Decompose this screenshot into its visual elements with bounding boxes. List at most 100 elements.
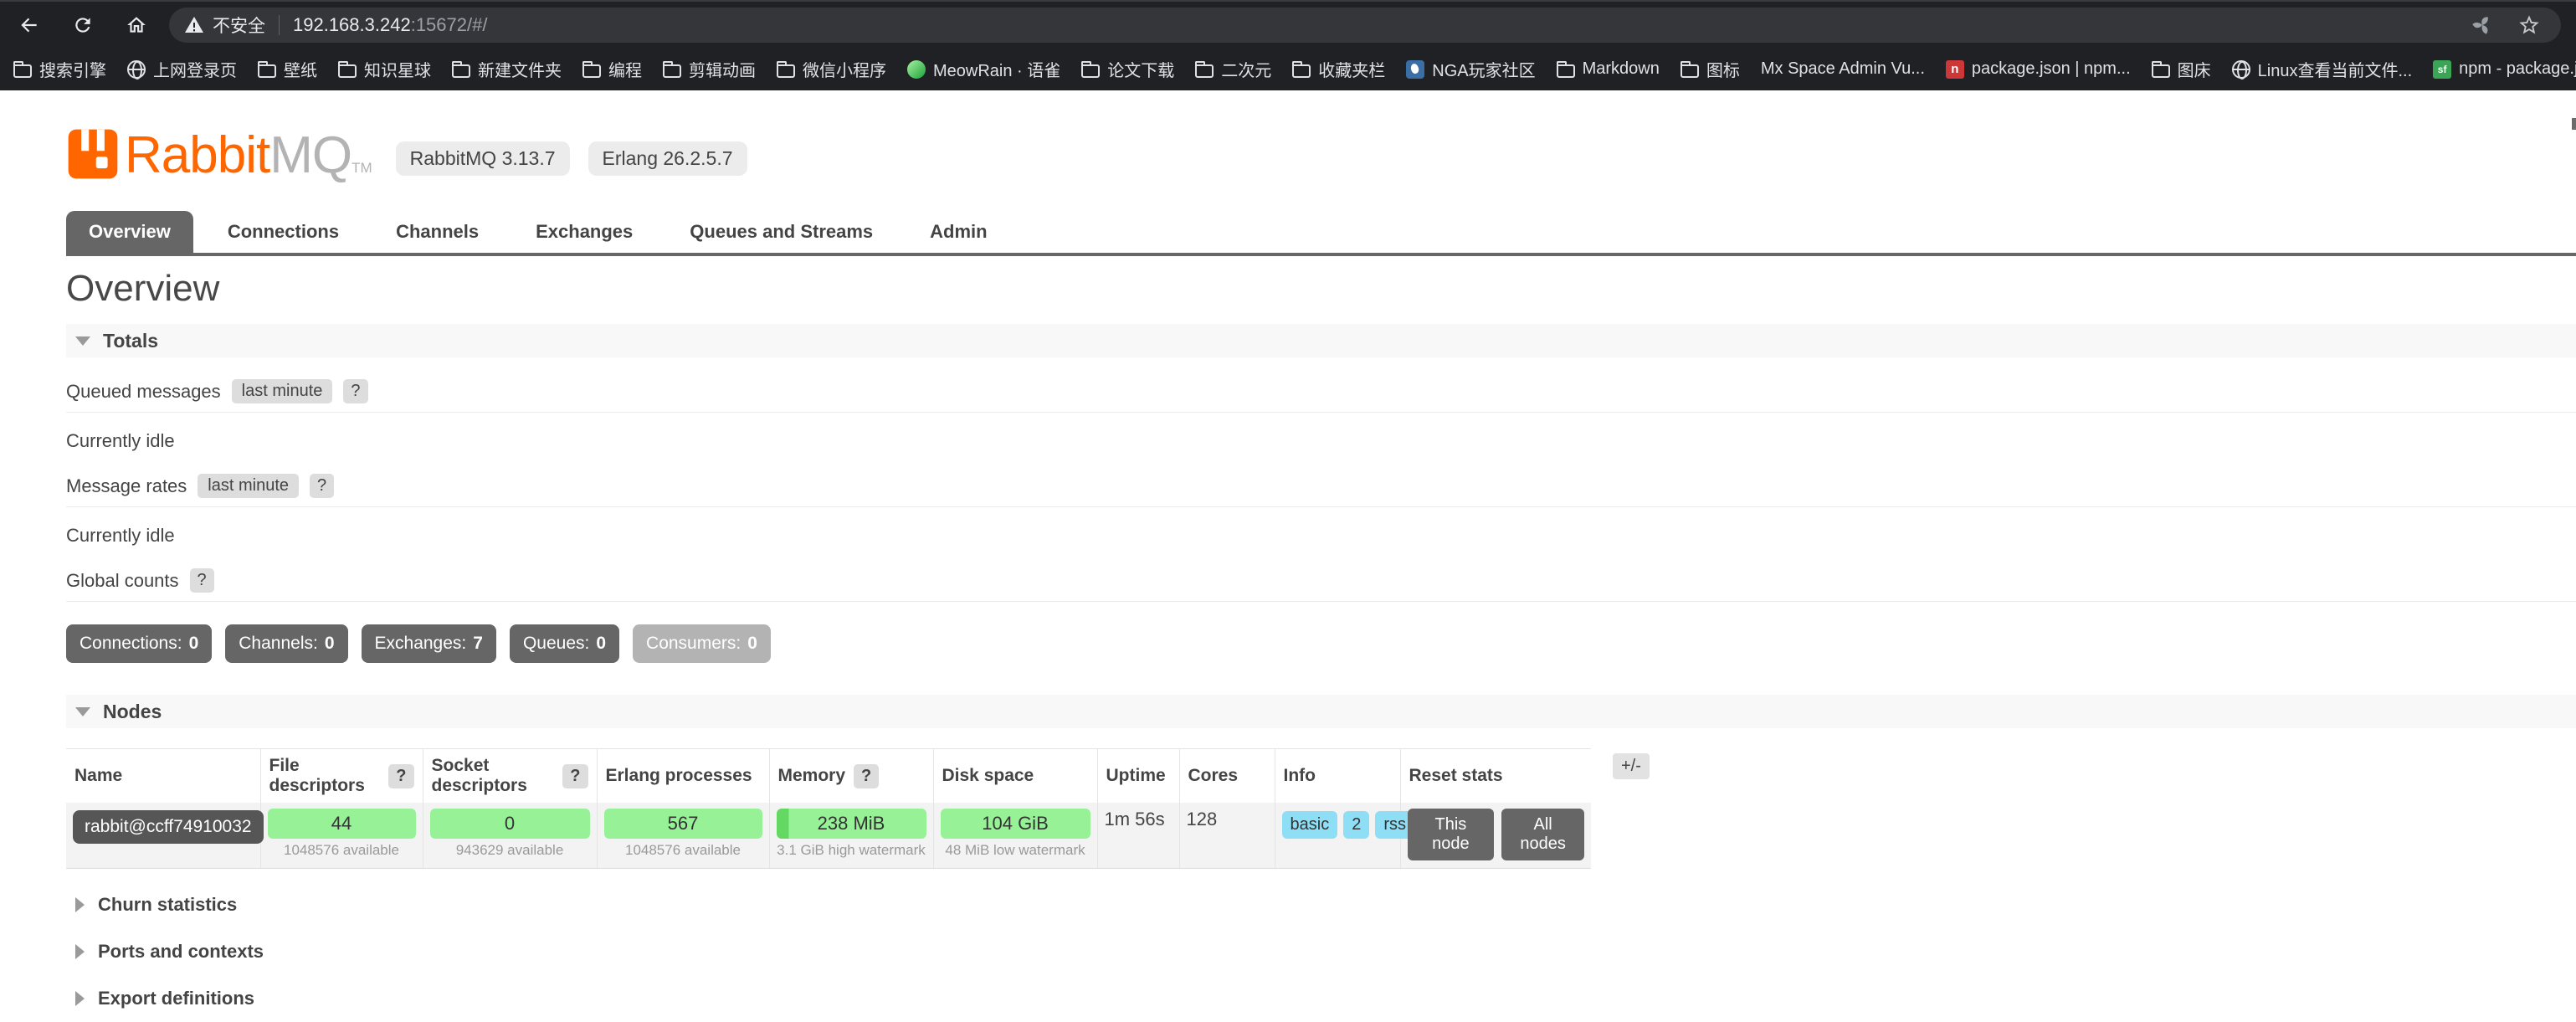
col-name: Name [66,749,260,804]
memory-cell: 238 MiB 3.1 GiB high watermark [769,803,933,869]
info-tag-2[interactable]: 2 [1343,811,1369,839]
bookmark-item[interactable]: 编程 [582,57,642,81]
address-divider [279,15,280,35]
bookmark-item[interactable]: 图标 [1681,57,1740,81]
connections-count-button[interactable]: Connections:0 [66,624,212,663]
bookmark-item[interactable]: 二次元 [1195,57,1271,81]
version-badges: RabbitMQ 3.13.7 Erlang 26.2.5.7 [396,141,747,176]
tab-channels[interactable]: Channels [373,211,501,253]
folder-icon [582,64,601,78]
browser-nav-buttons [0,11,169,39]
bookmark-star-icon[interactable] [2517,13,2541,37]
queued-messages-row: Queued messages last minute ? [66,379,2576,413]
bookmark-item[interactable]: 剪辑动画 [663,57,756,81]
url-text[interactable]: 192.168.3.242:15672/#/ [293,14,487,36]
nga-icon [1406,60,1424,79]
segmentfault-icon [2433,60,2451,79]
bookmark-item[interactable]: 搜索引擎 [13,57,106,81]
tab-queues-and-streams[interactable]: Queues and Streams [667,211,895,253]
url-host: 192.168.3.242 [293,14,411,35]
column-expander-button[interactable]: +/- [1613,753,1650,779]
socket-descriptors-cell: 0 943629 available [423,803,597,869]
section-header-ports-and-contexts[interactable]: Ports and contexts [66,941,2576,963]
bookmark-item[interactable]: 收藏夹栏 [1292,57,1385,81]
section-header-export-definitions[interactable]: Export definitions [66,988,2576,1009]
bookmark-item[interactable]: 论文下载 [1081,57,1174,81]
chevron-down-icon [75,707,90,716]
tab-overview[interactable]: Overview [66,211,193,253]
help-icon[interactable]: ? [343,379,367,403]
main-tabs: Overview Connections Channels Exchanges … [66,211,2576,256]
folder-icon [1557,64,1575,78]
yuque-green-icon [907,60,926,79]
bookmark-item[interactable]: npm - package.json... [2433,59,2576,79]
scrollbar-thumb[interactable] [2572,118,2576,130]
section-header-churn-statistics[interactable]: Churn statistics [66,894,2576,916]
exchanges-count-button[interactable]: Exchanges:7 [362,624,496,663]
info-tag-basic[interactable]: basic [1282,811,1338,839]
help-icon[interactable]: ? [310,474,334,498]
memory-note: 3.1 GiB high watermark [777,842,926,859]
queued-filter-chip[interactable]: last minute [232,379,333,403]
pinwheel-extension-icon[interactable] [2471,13,2494,37]
folder-icon [452,64,470,78]
back-button[interactable] [15,11,44,39]
bookmark-item[interactable]: 微信小程序 [777,57,886,81]
address-bar[interactable]: 不安全 192.168.3.242:15672/#/ [169,8,2561,43]
folder-icon [13,64,32,78]
not-secure-warning-icon[interactable] [184,15,204,35]
tab-admin[interactable]: Admin [907,211,1009,253]
tab-exchanges[interactable]: Exchanges [513,211,655,253]
folder-icon [258,64,276,78]
reset-this-node-button[interactable]: This node [1408,809,1495,860]
col-disk-space: Disk space [933,749,1097,804]
help-icon[interactable]: ? [854,764,879,788]
bookmark-item[interactable]: 壁纸 [258,57,317,81]
disk-space-cell: 104 GiB 48 MiB low watermark [933,803,1097,869]
bookmark-item[interactable]: NGA玩家社区 [1406,57,1535,81]
rates-filter-chip[interactable]: last minute [198,474,299,498]
col-memory: Memory? [769,749,933,804]
help-icon[interactable]: ? [562,764,588,788]
section-header-totals[interactable]: Totals [66,324,2576,357]
help-icon[interactable]: ? [190,568,214,593]
global-counts-label: Global counts [66,570,179,592]
global-counts-row: Global counts ? [66,568,2576,602]
socket-descriptors-note: 943629 available [430,842,590,859]
tab-connections[interactable]: Connections [205,211,362,253]
bookmark-item[interactable]: 新建文件夹 [452,57,562,81]
col-file-descriptors: File descriptors? [260,749,423,804]
queues-count-button[interactable]: Queues:0 [510,624,619,663]
refresh-button[interactable] [69,11,97,39]
rates-status-text: Currently idle [66,525,2576,547]
bookmark-item[interactable]: 图床 [2152,57,2211,81]
brand-wordmark[interactable]: RabbitMQTM [125,131,372,181]
folder-icon [1292,64,1311,78]
node-name-cell: rabbit@ccff74910032 [66,803,260,869]
bookmark-item[interactable]: MeowRain · 语雀 [907,57,1060,81]
bookmark-item[interactable]: 知识星球 [338,57,431,81]
erlang-processes-cell: 567 1048576 available [597,803,769,869]
reset-all-nodes-button[interactable]: All nodes [1501,809,1584,860]
rabbitmq-overview-page: RabbitMQTM RabbitMQ 3.13.7 Erlang 26.2.5… [0,90,2576,1022]
queued-status-text: Currently idle [66,430,2576,452]
bookmark-item[interactable]: Markdown [1557,59,1660,79]
channels-count-button[interactable]: Channels:0 [225,624,347,663]
home-button[interactable] [122,11,151,39]
security-label[interactable]: 不安全 [213,13,265,38]
folder-icon [2152,64,2170,78]
col-uptime: Uptime [1097,749,1179,804]
globe-icon [2232,60,2250,79]
section-header-nodes[interactable]: Nodes [66,695,2576,728]
chevron-down-icon [75,336,90,346]
bookmark-item[interactable]: 上网登录页 [127,57,237,81]
bookmark-item[interactable]: Linux查看当前文件... [2232,57,2412,81]
bookmark-item[interactable]: package.json | npm... [1946,59,2131,79]
help-icon[interactable]: ? [388,764,413,788]
disk-space-note: 48 MiB low watermark [941,842,1090,859]
bookmark-item[interactable]: Mx Space Admin Vu... [1761,59,1925,79]
folder-icon [1195,64,1214,78]
node-name-link[interactable]: rabbit@ccff74910032 [73,810,264,844]
chevron-right-icon [75,991,85,1006]
rabbitmq-logo-icon[interactable] [66,127,120,181]
